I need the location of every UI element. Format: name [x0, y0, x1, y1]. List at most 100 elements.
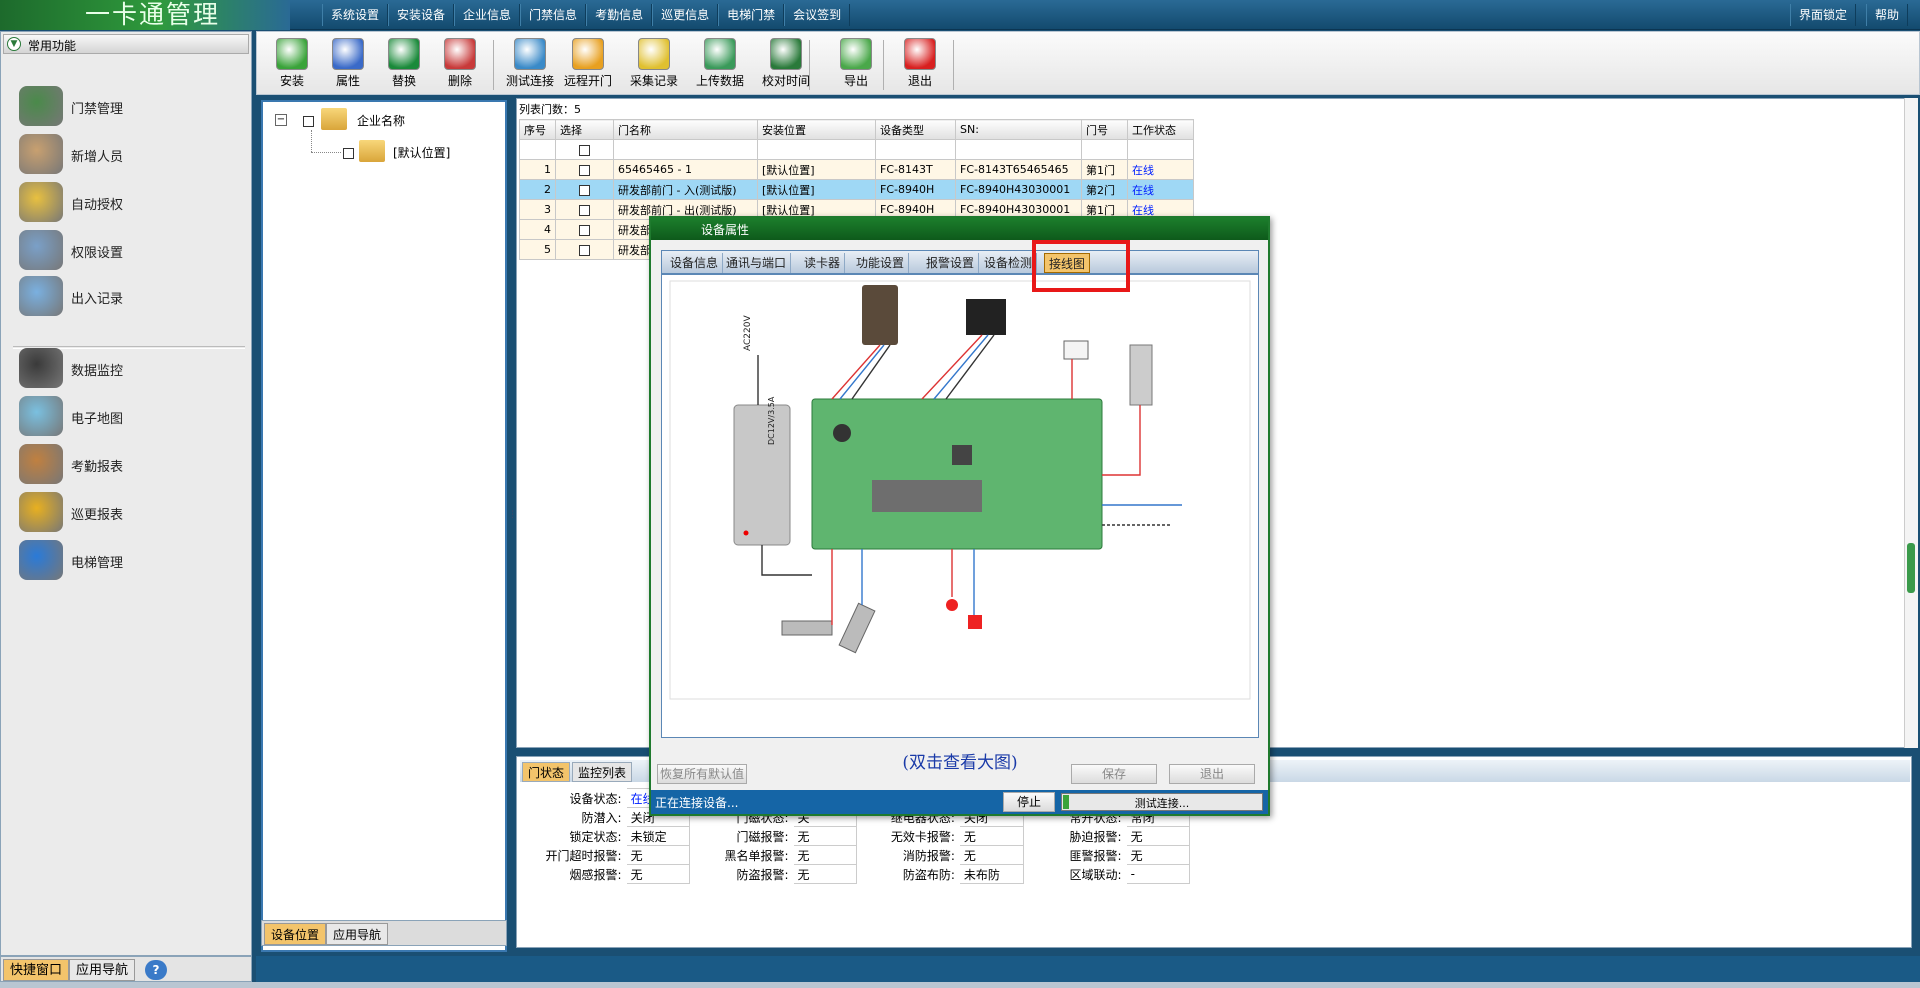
toolbar-button-1[interactable]: 属性 — [319, 34, 377, 94]
toolbar-button-3[interactable]: 删除 — [431, 34, 489, 94]
wiring-diagram[interactable]: AC220V DC12V/3.5A — [662, 275, 1258, 737]
menu-item-2[interactable]: 企业信息 — [454, 4, 521, 26]
column-header-1[interactable]: 选择 — [555, 119, 614, 140]
person-icon — [19, 134, 63, 174]
status-cell: 消防报警: — [855, 845, 960, 865]
install-icon — [276, 38, 308, 70]
sidebar-item-5[interactable]: 数据监控 — [19, 346, 239, 390]
tree-child-checkbox[interactable] — [343, 148, 354, 159]
wiring-diagram-panel[interactable]: AC220V DC12V/3.5A — [661, 274, 1259, 738]
toolbar-button-6[interactable]: 采集记录 — [625, 34, 683, 94]
vertical-scrollbar[interactable] — [1904, 98, 1918, 748]
main-menu: 系统设置 安装设备 企业信息 门禁信息 考勤信息 巡更信息 电梯门禁 会议签到 — [322, 0, 851, 30]
dialog-title: 设备属性 — [701, 223, 750, 237]
column-header-5[interactable]: SN: — [955, 119, 1082, 140]
sidebar-item-9[interactable]: 电梯管理 — [19, 538, 239, 582]
scroll-thumb[interactable] — [1907, 543, 1915, 593]
row-checkbox[interactable] — [579, 224, 590, 236]
filter-cell — [875, 139, 956, 160]
dialog-titlebar[interactable]: 设备属性 — [651, 218, 1268, 240]
tab-app-nav[interactable]: 应用导航 — [69, 959, 136, 981]
collapse-icon[interactable]: ▼ — [7, 37, 21, 51]
properties-icon — [332, 38, 364, 70]
tab-quick-window[interactable]: 快捷窗口 — [3, 959, 70, 981]
row-checkbox[interactable] — [579, 204, 590, 216]
sidebar-item-2[interactable]: 自动授权 — [19, 180, 239, 224]
sidebar-item-4[interactable]: 出入记录 — [19, 274, 239, 318]
menu-item-7[interactable]: 会议签到 — [784, 4, 851, 26]
menu-item-6[interactable]: 电梯门禁 — [718, 4, 785, 26]
toolbar-button-8[interactable]: 校对时间 — [757, 34, 815, 94]
test-progress-bar: 测试连接... — [1061, 793, 1263, 811]
select-all-checkbox[interactable] — [579, 144, 590, 156]
tab-app-navigation[interactable]: 应用导航 — [326, 923, 389, 945]
save-button[interactable]: 保存 — [1071, 764, 1157, 784]
toolbar-button-7[interactable]: 上传数据 — [691, 34, 749, 94]
sidebar-item-label: 考勤报表 — [71, 460, 124, 475]
dialog-tab-3[interactable]: 功能设置 — [852, 253, 910, 273]
alarm-light-icon — [946, 599, 958, 611]
status-bar — [256, 956, 1920, 982]
menu-item-4[interactable]: 考勤信息 — [586, 4, 653, 26]
tree-root-checkbox[interactable] — [303, 116, 314, 127]
help-icon[interactable]: ? — [145, 960, 167, 980]
dialog-tab-4[interactable]: 报警设置 — [922, 253, 980, 273]
sidebar-item-3[interactable]: 权限设置 — [19, 228, 239, 272]
column-header-3[interactable]: 安装位置 — [757, 119, 876, 140]
tab-door-status[interactable]: 门状态 — [522, 762, 571, 782]
dialog-tab-5[interactable]: 设备检测 — [980, 253, 1038, 273]
collapse-tree-icon[interactable]: − — [275, 114, 287, 126]
toolbar-button-4[interactable]: 测试连接 — [501, 34, 559, 94]
tree-root-label[interactable]: 企业名称 — [357, 112, 405, 129]
table-row[interactable]: 1 65465465 - 1 [默认位置] FC-8143T FC-8143T65465… — [519, 159, 1194, 180]
menu-help[interactable]: 帮助 — [1866, 4, 1909, 26]
splitter-handle[interactable]: ⋮ — [508, 510, 517, 540]
table-row[interactable]: 2 研发部前门 - 入(测试版) [默认位置] FC-8940H FC-8940H430… — [519, 179, 1194, 200]
restore-defaults-button[interactable]: 恢复所有默认值 — [657, 764, 747, 784]
menu-lock-ui[interactable]: 界面锁定 — [1790, 4, 1857, 26]
row-checkbox[interactable] — [579, 244, 590, 256]
dialog-tab-2[interactable]: 读卡器 — [800, 253, 846, 273]
filter-cell — [757, 139, 876, 160]
sidebar-item-8[interactable]: 巡更报表 — [19, 490, 239, 534]
filter-cell — [555, 139, 614, 160]
column-header-2[interactable]: 门名称 — [613, 119, 758, 140]
sidebar-item-1[interactable]: 新增人员 — [19, 132, 239, 176]
sidebar-item-7[interactable]: 考勤报表 — [19, 442, 239, 486]
column-header-4[interactable]: 设备类型 — [875, 119, 956, 140]
status-cell: 无 — [625, 864, 691, 884]
column-header-7[interactable]: 工作状态 — [1127, 119, 1194, 140]
menu-item-1[interactable]: 安装设备 — [388, 4, 455, 26]
sidebar-item-0[interactable]: 门禁管理 — [19, 84, 239, 128]
tab-monitor-list[interactable]: 监控列表 — [572, 762, 633, 782]
replace-icon — [388, 38, 420, 70]
toolbar-button-0[interactable]: 安装 — [263, 34, 321, 94]
tree-child-label[interactable]: [默认位置] — [393, 144, 450, 161]
menu-item-3[interactable]: 门禁信息 — [520, 4, 587, 26]
delete-icon — [444, 38, 476, 70]
menu-item-5[interactable]: 巡更信息 — [652, 4, 719, 26]
status-cell: 无 — [792, 864, 857, 884]
status-cell: 未锁定 — [625, 826, 691, 846]
stop-button[interactable]: 停止 — [1003, 792, 1055, 812]
column-header-6[interactable]: 门号 — [1081, 119, 1128, 140]
column-header-0[interactable]: 序号 — [519, 119, 556, 140]
sidebar-item-label: 数据监控 — [71, 364, 124, 379]
toolbar-label: 属性 — [335, 74, 360, 88]
sidebar-item-6[interactable]: 电子地图 — [19, 394, 239, 438]
tab-device-location[interactable]: 设备位置 — [264, 923, 327, 945]
row-checkbox[interactable] — [579, 184, 590, 196]
table-cell — [555, 219, 614, 240]
dialog-tab-0[interactable]: 设备信息 — [666, 253, 724, 273]
dialog-tabs: 设备信息 通讯与端口 读卡器 功能设置 报警设置 设备检测 接线图 — [661, 250, 1259, 274]
row-checkbox[interactable] — [579, 164, 590, 176]
exit-button[interactable]: 退出 — [1169, 764, 1255, 784]
quick-panel-header[interactable]: ▼ 常用功能 — [3, 34, 249, 54]
menu-item-0[interactable]: 系统设置 — [322, 4, 389, 26]
toolbar-button-5[interactable]: 远程开门 — [559, 34, 617, 94]
toolbar-button-10[interactable]: 退出 — [891, 34, 949, 94]
toolbar-button-2[interactable]: 替换 — [375, 34, 433, 94]
dialog-tab-1[interactable]: 通讯与端口 — [722, 253, 792, 273]
toolbar-button-9[interactable]: 导出 — [827, 34, 885, 94]
status-cell: 无 — [1125, 845, 1191, 865]
